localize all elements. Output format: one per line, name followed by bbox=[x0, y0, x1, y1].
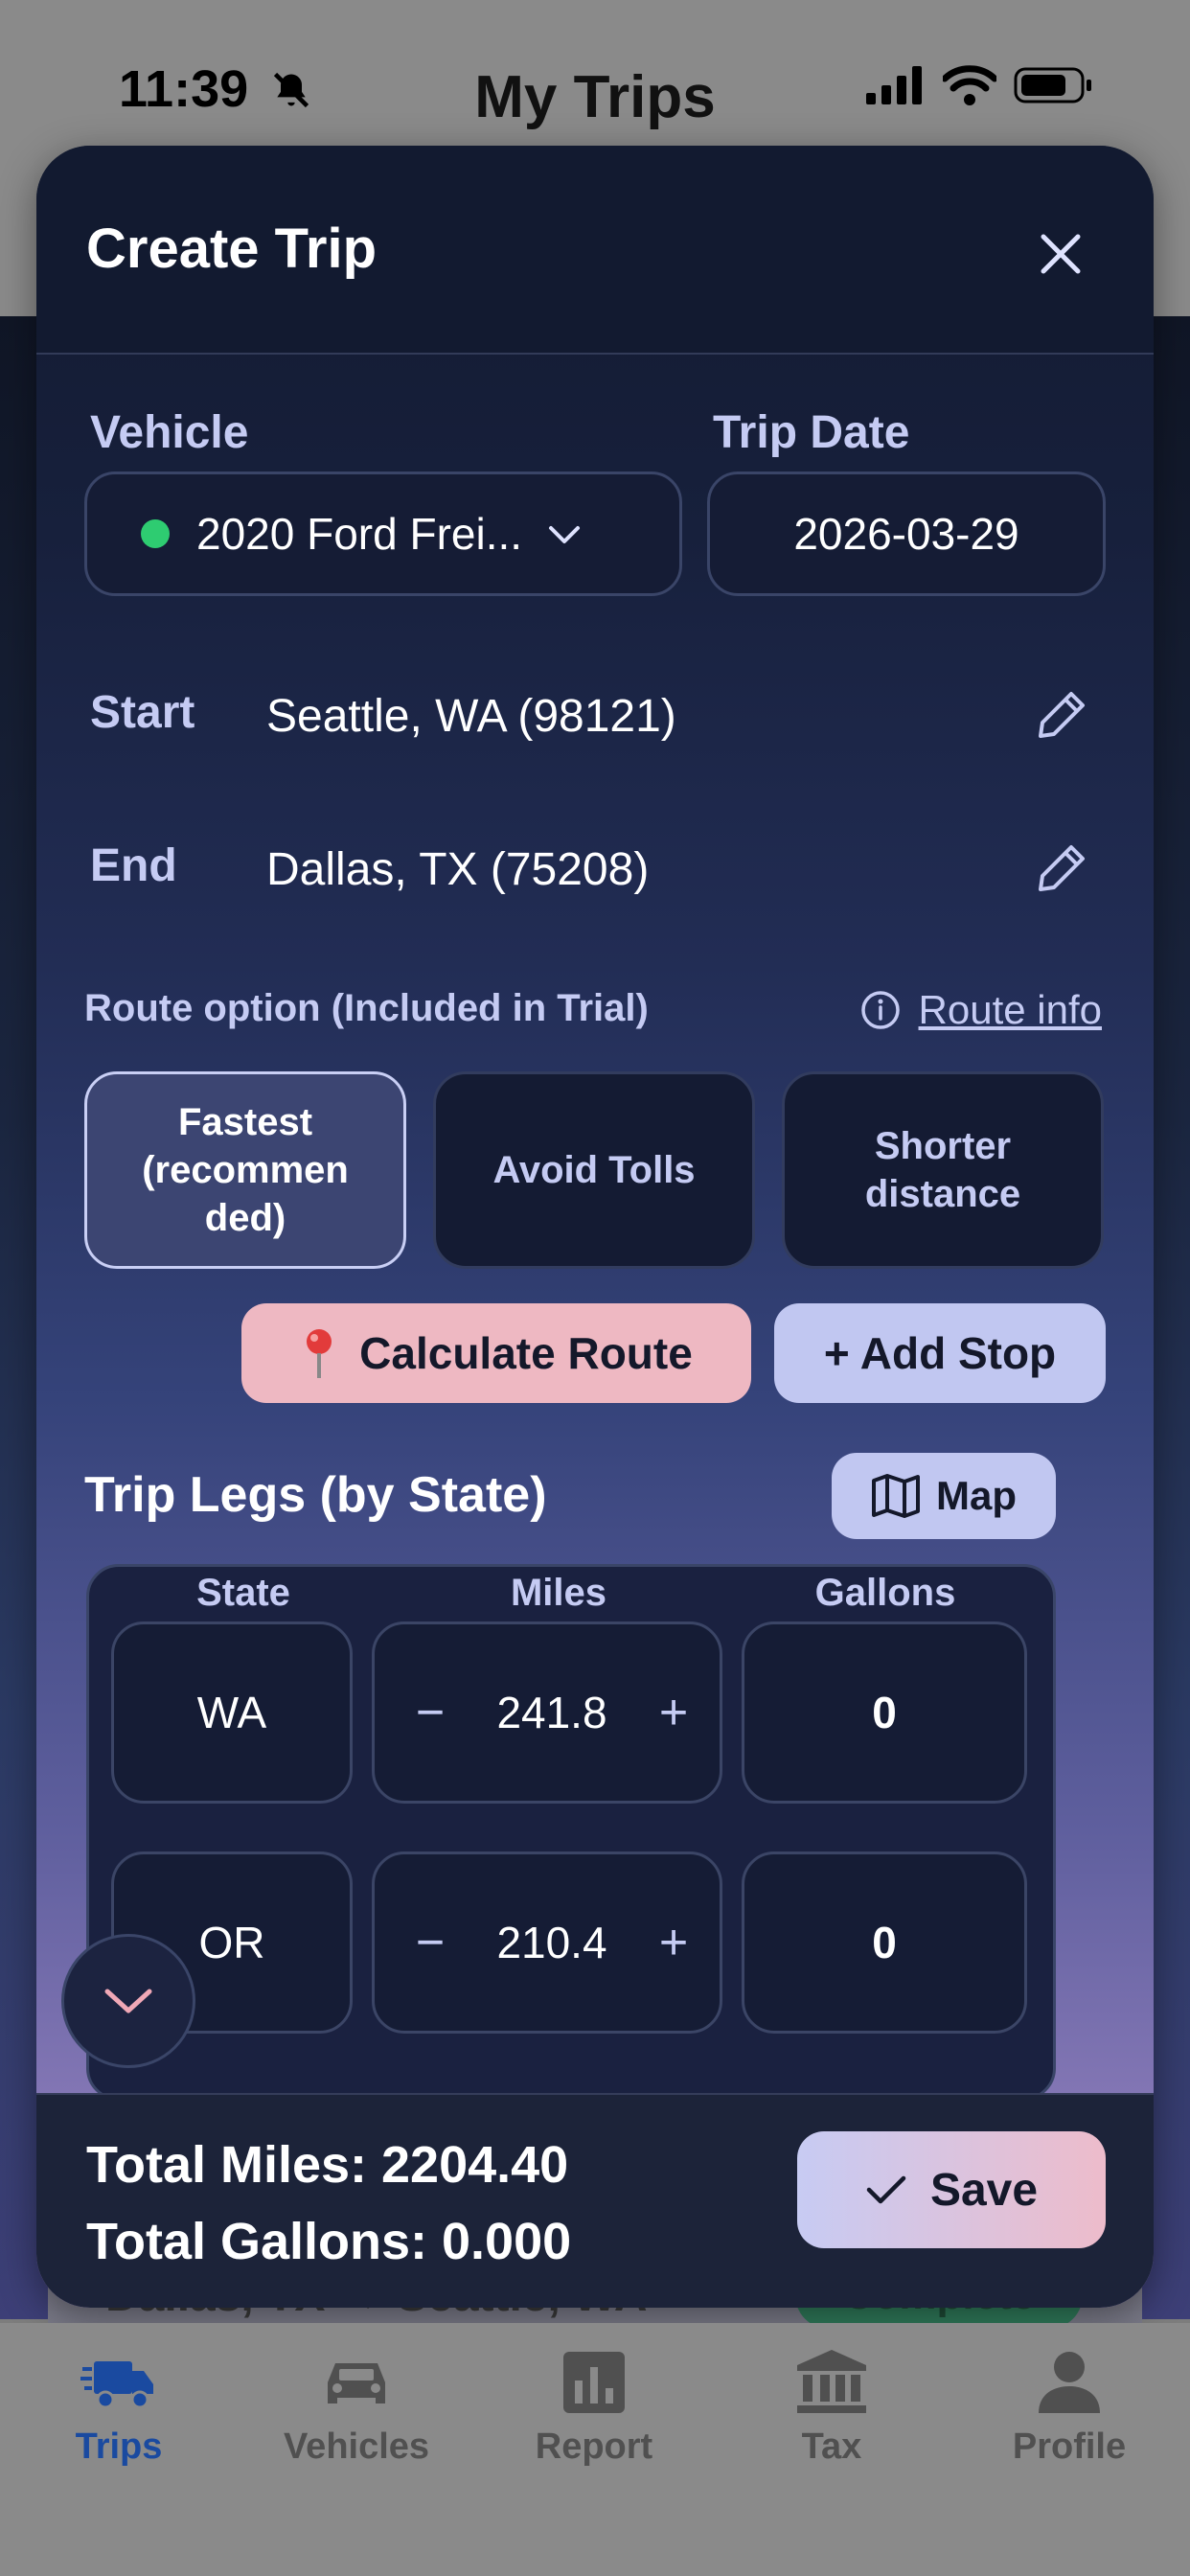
leg-gallons-field[interactable]: 0 bbox=[742, 1622, 1027, 1804]
trip-date-label: Trip Date bbox=[713, 407, 910, 458]
battery-icon bbox=[1014, 67, 1091, 104]
modal-header: Create Trip bbox=[36, 146, 1154, 355]
map-icon bbox=[872, 1474, 920, 1518]
leg-miles-value[interactable]: 241.8 bbox=[496, 1687, 606, 1738]
leg-miles-stepper[interactable]: − 210.4 + bbox=[372, 1852, 722, 2034]
plus-icon[interactable]: + bbox=[651, 1914, 697, 1971]
tab-trips[interactable]: Trips bbox=[13, 2348, 224, 2468]
checkmark-icon bbox=[866, 2175, 906, 2204]
end-label: End bbox=[90, 840, 177, 891]
route-trial-note: (Included in Trial) bbox=[331, 987, 649, 1029]
route-option-avoid-tolls[interactable]: Avoid Tolls bbox=[433, 1071, 755, 1269]
edit-end-pencil-icon[interactable] bbox=[1035, 841, 1088, 895]
tab-report-label: Report bbox=[535, 2426, 653, 2467]
close-button[interactable] bbox=[1035, 228, 1087, 280]
person-icon bbox=[1039, 2352, 1100, 2413]
header-gallons: Gallons bbox=[814, 1572, 956, 1614]
end-location: Dallas, TX (75208) bbox=[266, 844, 650, 895]
tab-profile-label: Profile bbox=[1012, 2426, 1127, 2467]
total-gallons: Total Gallons: 0.000 bbox=[86, 2213, 572, 2270]
leg-gallons-field[interactable]: 0 bbox=[742, 1852, 1027, 2034]
vehicle-select[interactable]: 2020 Ford Frei... bbox=[84, 472, 682, 596]
tab-profile[interactable]: Profile bbox=[964, 2348, 1175, 2468]
trip-date-field[interactable]: 2026-03-29 bbox=[707, 472, 1106, 596]
report-icon bbox=[563, 2352, 625, 2413]
calculate-route-button[interactable]: Calculate Route bbox=[241, 1303, 751, 1403]
tab-tax[interactable]: Tax bbox=[726, 2348, 937, 2468]
save-label: Save bbox=[929, 2164, 1039, 2216]
route-option-text: Route option bbox=[84, 987, 332, 1029]
trip-date-value: 2026-03-29 bbox=[793, 509, 1019, 559]
tab-vehicles-label: Vehicles bbox=[283, 2426, 430, 2467]
truck-icon bbox=[80, 2361, 153, 2409]
minus-icon[interactable]: − bbox=[407, 1684, 453, 1741]
chevron-down-icon bbox=[549, 526, 581, 543]
vehicle-select-value: 2020 Ford Frei... bbox=[196, 509, 523, 559]
vehicle-label: Vehicle bbox=[90, 407, 249, 458]
status-icons bbox=[866, 65, 1094, 105]
leg-miles-value[interactable]: 210.4 bbox=[496, 1917, 606, 1968]
start-location: Seattle, WA (98121) bbox=[266, 691, 676, 742]
route-option-label: Route option (Included in Trial) bbox=[84, 987, 649, 1030]
pin-icon bbox=[307, 1329, 332, 1378]
header-miles: Miles bbox=[510, 1572, 607, 1614]
edit-start-pencil-icon[interactable] bbox=[1035, 688, 1088, 742]
tab-trips-label: Trips bbox=[75, 2426, 163, 2467]
close-icon bbox=[1041, 234, 1081, 274]
tab-vehicles[interactable]: Vehicles bbox=[251, 2348, 462, 2468]
route-option-fastest[interactable]: Fastest (recommen ded) bbox=[84, 1071, 406, 1269]
route-info-link[interactable]: Route info bbox=[919, 987, 1102, 1033]
chevron-down-icon bbox=[104, 1989, 152, 2013]
info-icon bbox=[860, 991, 900, 1029]
cellular-signal-icon bbox=[866, 66, 922, 104]
scroll-down-button[interactable] bbox=[61, 1934, 195, 2068]
leg-miles-stepper[interactable]: − 241.8 + bbox=[372, 1622, 722, 1804]
route-info[interactable]: Route info bbox=[859, 987, 1102, 1033]
plus-icon[interactable]: + bbox=[651, 1684, 697, 1741]
tab-tax-label: Tax bbox=[801, 2426, 862, 2467]
vehicle-status-dot bbox=[141, 519, 170, 548]
trip-legs-title: Trip Legs (by State) bbox=[84, 1467, 547, 1523]
modal-title: Create Trip bbox=[86, 218, 377, 280]
leg-state-cell: WA bbox=[111, 1622, 353, 1804]
total-miles: Total Miles: 2204.40 bbox=[86, 2136, 569, 2194]
bank-icon bbox=[797, 2350, 866, 2413]
tab-report[interactable]: Report bbox=[489, 2348, 699, 2468]
start-label: Start bbox=[90, 687, 195, 738]
route-option-shorter-distance[interactable]: Shorter distance bbox=[782, 1071, 1104, 1269]
wifi-icon bbox=[943, 65, 996, 105]
calculate-route-label: Calculate Route bbox=[359, 1328, 693, 1378]
map-label: Map bbox=[936, 1473, 1017, 1518]
map-button[interactable]: Map bbox=[832, 1453, 1056, 1539]
minus-icon[interactable]: − bbox=[407, 1914, 453, 1971]
save-button[interactable]: Save bbox=[797, 2131, 1106, 2248]
header-state: State bbox=[196, 1572, 290, 1614]
car-icon bbox=[328, 2363, 385, 2404]
add-stop-button[interactable]: + Add Stop bbox=[774, 1303, 1106, 1403]
